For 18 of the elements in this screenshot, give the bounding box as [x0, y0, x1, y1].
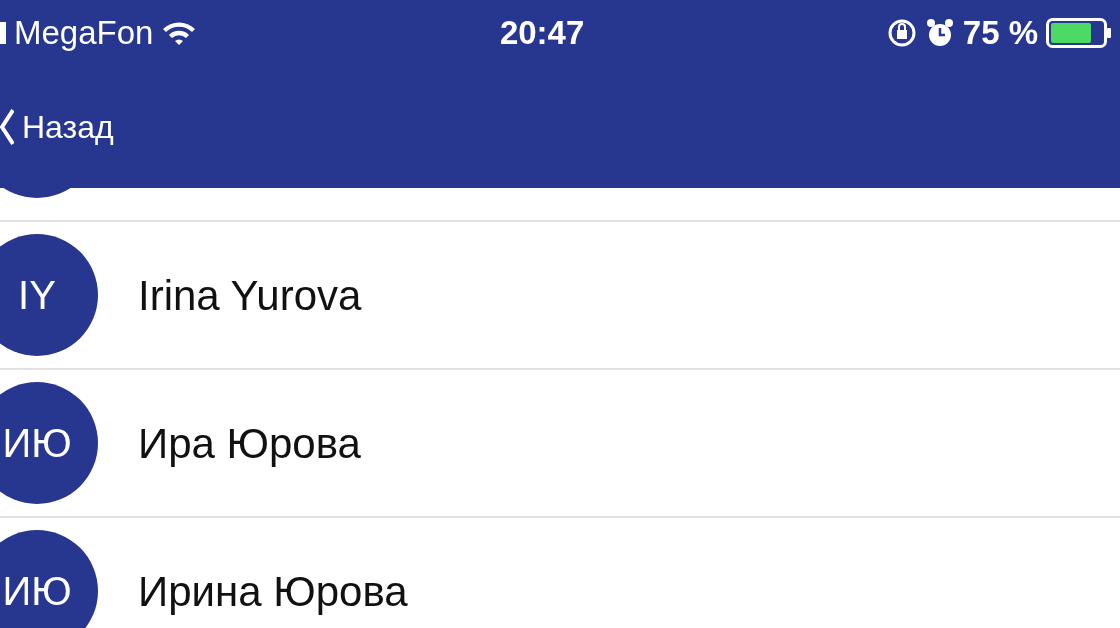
chevron-left-icon — [0, 106, 14, 147]
contact-name: Irina Yurova — [138, 270, 362, 321]
alarm-icon — [924, 17, 955, 48]
contact-row[interactable]: ИЮ Ирина Юрова — [0, 518, 1120, 628]
carrier-name: MegaFon — [14, 12, 154, 53]
battery-percent: 75 % — [962, 12, 1038, 53]
back-button[interactable]: Назад — [0, 102, 114, 151]
status-time: 20:47 — [499, 13, 585, 51]
rotation-lock-icon — [886, 17, 917, 48]
contact-avatar: ИЮ — [0, 382, 98, 504]
contact-row[interactable]: ИЮ Ира Юрова — [0, 370, 1120, 518]
battery-icon — [1046, 17, 1112, 48]
contact-avatar: ИЮ — [0, 530, 98, 628]
contact-name: Ирина Юрова — [138, 566, 408, 617]
contact-row[interactable]: IY Irina Yurova — [0, 222, 1120, 370]
contact-name: Ира Юрова — [138, 418, 361, 469]
signal-icon — [0, 21, 6, 44]
contact-avatar: IY — [0, 234, 98, 356]
